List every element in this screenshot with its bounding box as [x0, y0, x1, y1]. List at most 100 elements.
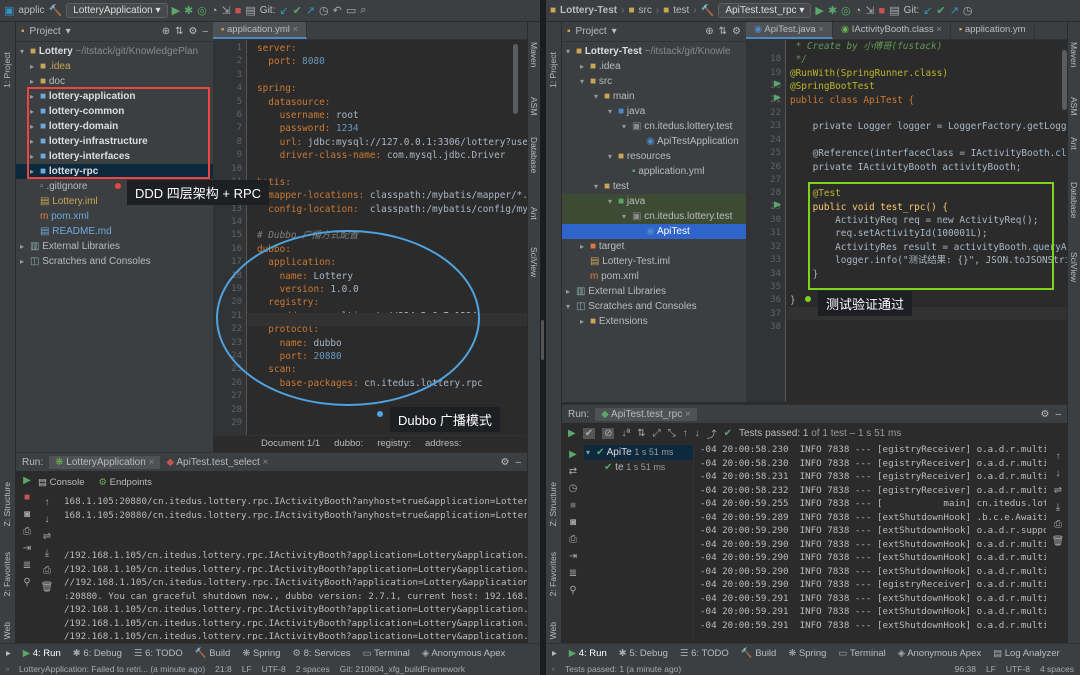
- collapse-icon[interactable]: ⇅: [719, 26, 727, 37]
- sort-alpha-icon[interactable]: ↓ª: [621, 428, 630, 439]
- bottom-tab-8-services[interactable]: ⚙ 8: Services: [292, 648, 350, 659]
- bottom-tab-build[interactable]: 🔨 Build: [195, 648, 231, 659]
- debug-icon[interactable]: ✱: [828, 4, 837, 17]
- show-ignored-icon[interactable]: ⊘: [602, 427, 615, 439]
- collapse-icon[interactable]: ⇅: [175, 26, 183, 37]
- wrap-icon[interactable]: ⇌: [43, 531, 51, 542]
- favorites-tool-tab[interactable]: 2: Favorites: [2, 552, 12, 596]
- run-tab-apitest[interactable]: ◆ ApiTest.test_rpc ×: [595, 407, 697, 421]
- gear-icon[interactable]: ⚙: [188, 26, 197, 37]
- splitter-handle[interactable]: [541, 320, 544, 360]
- attach-icon[interactable]: ⇲: [865, 4, 874, 17]
- git-commit-icon[interactable]: ✔: [293, 4, 302, 17]
- line-separator[interactable]: LF: [242, 664, 252, 674]
- run-gutter-icon[interactable]: ▶: [774, 199, 781, 210]
- sciview-tool-tab[interactable]: SciView: [529, 247, 539, 277]
- chevron-down-icon[interactable]: ▾: [594, 89, 604, 104]
- crosshair-icon[interactable]: ⊕: [705, 26, 713, 37]
- crosshair-icon[interactable]: ⊕: [162, 26, 170, 37]
- bottom-tab-6-todo[interactable]: ☰ 6: TODO: [134, 648, 183, 659]
- layout-icon[interactable]: ▭: [346, 4, 356, 17]
- bottom-tab-4-run[interactable]: ▶ 4: Run: [569, 648, 607, 659]
- status-message[interactable]: Tests passed: 1 (a minute ago): [565, 664, 681, 674]
- tree-extensions[interactable]: ▸ ■ Extensions: [562, 314, 746, 329]
- chevron-right-icon[interactable]: ▸: [566, 284, 576, 299]
- breadcrumb-address[interactable]: address:: [425, 438, 461, 449]
- breadcrumb-dubbo[interactable]: dubbo:: [334, 438, 363, 449]
- coverage-icon[interactable]: ◎: [841, 4, 851, 17]
- chevron-down-icon[interactable]: ▾: [594, 179, 604, 194]
- chevron-right-icon[interactable]: ▸: [580, 59, 590, 74]
- gear-icon[interactable]: ⚙: [732, 26, 741, 37]
- tab-console[interactable]: ▤ Console: [38, 477, 84, 488]
- ant-tool-tab[interactable]: Ant: [1069, 137, 1079, 150]
- show-passed-icon[interactable]: ✔: [582, 427, 596, 439]
- caret-position[interactable]: 96:38: [955, 664, 976, 674]
- sdk-icon[interactable]: ▤: [245, 4, 255, 17]
- collapse-all-icon[interactable]: ⤡: [668, 428, 676, 439]
- web-tool-tab[interactable]: Web: [548, 622, 558, 639]
- stop-icon[interactable]: ■: [570, 500, 576, 511]
- next-icon[interactable]: ↓: [695, 428, 700, 439]
- chevron-down-icon[interactable]: ▾: [566, 44, 576, 59]
- restore-layout-icon[interactable]: ⎙: [23, 526, 31, 537]
- tree-item-main[interactable]: ▾ ■ main: [562, 89, 746, 104]
- tree-external-libraries[interactable]: ▸ ▥ External Libraries: [562, 284, 746, 299]
- git-history-icon[interactable]: ◷: [963, 4, 973, 17]
- asm-tool-tab[interactable]: ASM: [1069, 97, 1079, 115]
- project-panel-title[interactable]: Project: [576, 26, 607, 37]
- close-icon[interactable]: ×: [293, 24, 299, 35]
- tree-scratches[interactable]: ▾ ◫ Scratches and Consoles: [562, 299, 746, 314]
- scroll-down-icon[interactable]: ↓: [1056, 468, 1061, 479]
- attach-icon[interactable]: ⇲: [222, 4, 231, 17]
- chevron-down-icon[interactable]: ▾: [580, 74, 590, 89]
- exit-icon[interactable]: ⇥: [23, 543, 31, 554]
- run-icon[interactable]: ▶: [172, 4, 180, 17]
- trash-icon[interactable]: 🗑: [1052, 536, 1065, 547]
- structure-tool-tab[interactable]: Z: Structure: [2, 482, 12, 526]
- breadcrumb-document[interactable]: Document 1/1: [261, 438, 320, 449]
- editor-scrollbar[interactable]: [1062, 50, 1067, 110]
- crumb-project[interactable]: Lottery-Test: [560, 5, 617, 16]
- tree-item-apitest[interactable]: ◉ ApiTest: [562, 224, 746, 239]
- tree-item-pom-xml[interactable]: m pom.xml: [16, 209, 213, 224]
- restore-layout-icon[interactable]: ⎙: [569, 534, 577, 545]
- print-icon[interactable]: ⎙: [1054, 519, 1062, 530]
- run-config-select[interactable]: LotteryApplication ▾: [66, 3, 168, 18]
- file-encoding[interactable]: UTF-8: [1006, 664, 1030, 674]
- sort-duration-icon[interactable]: ⇅: [637, 428, 645, 439]
- tree-item-cn-itedus-lottery-test[interactable]: ▾ ▣ cn.itedus.lottery.test: [562, 209, 746, 224]
- git-push-icon[interactable]: ↗: [950, 4, 959, 17]
- maven-tool-tab[interactable]: Maven: [1069, 42, 1079, 68]
- status-message[interactable]: LotteryApplication: Failed to retri... (…: [19, 664, 205, 674]
- filter-icon[interactable]: ≣: [569, 568, 577, 579]
- database-tool-tab[interactable]: Database: [1069, 182, 1079, 218]
- project-tool-tab[interactable]: 1: Project: [2, 52, 12, 88]
- tab-application-yml[interactable]: ▪ application.ym: [951, 22, 1035, 39]
- close-icon[interactable]: ×: [685, 409, 691, 420]
- stop-icon[interactable]: ■: [24, 492, 30, 503]
- bottom-tab-spring[interactable]: ❋ Spring: [788, 648, 826, 659]
- chevron-down-icon[interactable]: ▾: [612, 26, 617, 37]
- right-console-output[interactable]: -04 20:00:58.230 INFO 7838 --- [egistryR…: [700, 443, 1046, 641]
- tree-item-java[interactable]: ▾ ■ java: [562, 194, 746, 209]
- bottom-tab-anonymous-apex[interactable]: ◈ Anonymous Apex: [898, 648, 981, 659]
- tree-item-apitestapplication[interactable]: ◉ ApiTestApplication: [562, 134, 746, 149]
- web-tool-tab[interactable]: Web: [2, 622, 12, 639]
- bottom-tab-build[interactable]: 🔨 Build: [741, 648, 777, 659]
- test-tree-root[interactable]: ▾ ✔ ApiTe 1 s 51 ms: [584, 445, 693, 460]
- tree-item-application-yml[interactable]: ▪ application.yml: [562, 164, 746, 179]
- sciview-tool-tab[interactable]: SciView: [1069, 252, 1079, 282]
- scroll-end-icon[interactable]: ⤓: [1056, 502, 1060, 513]
- gear-icon[interactable]: ⚙: [500, 457, 509, 468]
- trash-icon[interactable]: 🗑: [41, 582, 54, 593]
- git-update-icon[interactable]: ↙: [279, 4, 288, 17]
- bottom-tab-6-todo[interactable]: ☰ 6: TODO: [680, 648, 729, 659]
- scroll-up-icon[interactable]: ↑: [1056, 451, 1061, 462]
- chevron-right-icon[interactable]: ▸: [20, 254, 30, 269]
- favorites-tool-tab[interactable]: 2: Favorites: [548, 552, 558, 596]
- tab-apitest-java[interactable]: ◉ ApiTest.java ×: [746, 22, 833, 39]
- profile-icon[interactable]: ◔: [211, 5, 218, 17]
- run-gutter-icon[interactable]: ▶: [774, 92, 781, 103]
- crumb-test[interactable]: test: [673, 5, 689, 16]
